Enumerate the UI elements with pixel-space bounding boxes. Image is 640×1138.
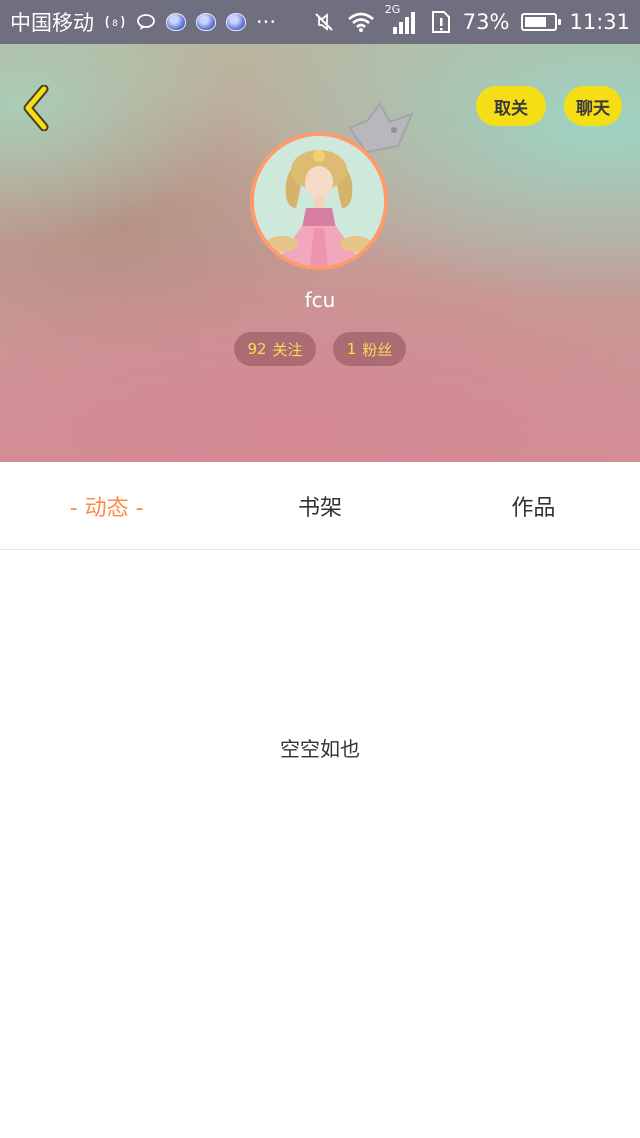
username: fcu <box>304 288 336 312</box>
chat-bubble-icon <box>136 13 156 31</box>
profile-header: 取关 聊天 fcu 92 关注 1 粉丝 <box>0 44 640 462</box>
following-count-pill[interactable]: 92 关注 <box>234 332 316 366</box>
status-bar-right: 2G 73% 11:31 <box>313 3 630 35</box>
signal-icon: 2G <box>385 3 419 35</box>
game-ball-icon <box>166 13 186 31</box>
status-bar: 中国移动 8 ··· 2G 73% 11:31 <box>0 0 640 44</box>
status-bar-left: 中国移动 8 ··· <box>10 7 313 37</box>
avatar[interactable] <box>250 132 388 270</box>
battery-icon <box>521 13 562 31</box>
game-ball-icon <box>196 13 216 31</box>
tab-bookshelf[interactable]: 书架 <box>213 462 426 549</box>
avatar-image <box>254 136 384 266</box>
chevron-left-icon <box>23 85 49 131</box>
chat-button[interactable]: 聊天 <box>564 86 622 126</box>
tab-activity[interactable]: - 动态 - <box>0 462 213 549</box>
sim-alert-icon <box>431 10 451 34</box>
back-button[interactable] <box>16 84 56 132</box>
tab-works[interactable]: 作品 <box>427 462 640 549</box>
carrier-name: 中国移动 <box>10 11 94 35</box>
empty-state-message: 空空如也 <box>280 737 360 761</box>
followers-count-pill[interactable]: 1 粉丝 <box>333 332 406 366</box>
svg-text:8: 8 <box>112 19 118 29</box>
followers-count: 1 <box>346 340 357 358</box>
more-notifications-icon: ··· <box>256 10 277 34</box>
wifi-icon <box>347 11 375 33</box>
hd-call-icon: 8 <box>104 13 126 31</box>
clock-time: 11:31 <box>569 10 630 34</box>
mute-icon <box>313 11 335 33</box>
network-type-label: 2G <box>384 3 401 16</box>
battery-percent: 73% <box>462 10 510 34</box>
unfollow-button[interactable]: 取关 <box>476 86 546 126</box>
followers-label: 粉丝 <box>362 340 393 359</box>
game-ball-icon <box>226 13 246 31</box>
following-count: 92 <box>247 340 267 358</box>
profile-tabs: - 动态 - 书架 作品 <box>0 462 640 550</box>
following-label: 关注 <box>272 340 303 359</box>
